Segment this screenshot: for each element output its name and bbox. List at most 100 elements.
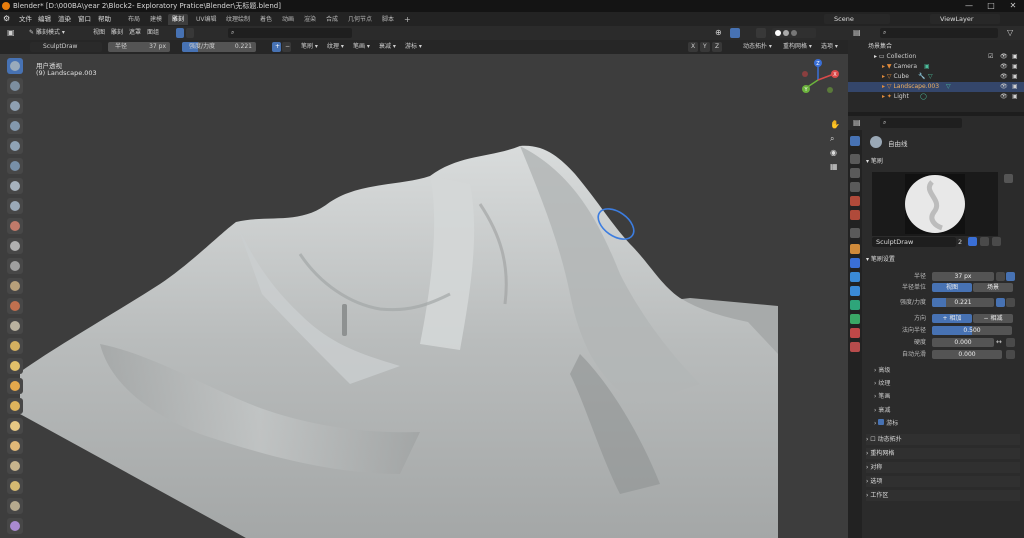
scene-collection-row[interactable]: 场景集合	[848, 42, 1024, 52]
brush-dropdown[interactable]: 笔刷 ▾	[298, 42, 321, 52]
material-shading-icon[interactable]	[782, 30, 789, 36]
menu-window[interactable]: 窗口	[78, 12, 91, 26]
cursor-dropdown[interactable]: 游标 ▾	[402, 42, 425, 52]
view-layer-tab-icon[interactable]	[850, 182, 860, 192]
panel-workspace[interactable]: › 工作区	[866, 490, 1020, 501]
outliner-row-light[interactable]: ▸ ✦ Light ◯ 👁 ▣	[848, 92, 1024, 102]
subpanel-stroke[interactable]: › 笔画	[874, 392, 1014, 402]
crease-icon[interactable]	[7, 218, 23, 234]
flatten-icon[interactable]	[7, 258, 23, 274]
shading-icon[interactable]	[186, 28, 194, 38]
3d-viewport[interactable]: Z X Y ✋ ⌕ ◉ ▦	[0, 54, 848, 538]
tab-modeling[interactable]: 建模	[146, 14, 166, 25]
draw-brush-icon[interactable]	[7, 58, 23, 74]
menu-help[interactable]: 帮助	[98, 12, 111, 26]
scrape-icon[interactable]	[7, 298, 23, 314]
stroke-dropdown[interactable]: 笔画 ▾	[350, 42, 373, 52]
tab-scripting[interactable]: 脚本	[378, 14, 398, 25]
shading-modes[interactable]	[772, 28, 816, 38]
cursor-checkbox-icon[interactable]	[878, 419, 885, 425]
clay-icon[interactable]	[7, 98, 23, 114]
grid-perspective-icon[interactable]: ▦	[830, 162, 840, 172]
collection-tab-icon[interactable]	[850, 228, 860, 238]
remesh-dropdown[interactable]: 重构网格 ▾	[780, 42, 815, 52]
radius-pressure-icon[interactable]	[996, 272, 1005, 281]
symmetry-z-button[interactable]: Z	[712, 42, 723, 52]
pose-icon[interactable]	[7, 438, 23, 454]
overlay-toggle-icon[interactable]	[730, 28, 740, 38]
tab-uv-editing[interactable]: UV编辑	[192, 14, 221, 25]
modifier-tab-icon[interactable]	[850, 258, 860, 268]
menu-view[interactable]: 视图	[90, 28, 108, 38]
outliner-row-collection[interactable]: ▸ ▭ Collection ☑ 👁 ▣	[848, 52, 1024, 62]
outliner-row-camera[interactable]: ▸ ▼ Camera ▣ 👁 ▣	[848, 62, 1024, 72]
direction-add-button[interactable]: +	[272, 42, 281, 52]
light-visibility-icon[interactable]: 👁	[1000, 92, 1008, 102]
radius-unit-scene-button[interactable]: 场景	[973, 283, 1013, 292]
layer-icon[interactable]	[7, 158, 23, 174]
inflate-icon[interactable]	[7, 178, 23, 194]
brush-name-field[interactable]: SculptDraw	[872, 237, 956, 247]
smooth-icon[interactable]	[7, 238, 23, 254]
scene-selector[interactable]: Scene	[824, 14, 890, 24]
tab-animation[interactable]: 动画	[278, 14, 298, 25]
panel-dyntopo[interactable]: › ☐ 动态拓扑	[866, 434, 1020, 445]
tab-layout[interactable]: 布局	[124, 14, 144, 25]
landscape-visibility-icon[interactable]: 👁	[1000, 82, 1008, 92]
autosmooth-slider[interactable]: 0.000	[932, 350, 1002, 359]
view-layer-selector[interactable]: ViewLayer	[930, 14, 1000, 24]
brush-selector[interactable]: SculptDraw	[30, 42, 102, 52]
cube-visibility-icon[interactable]: 👁	[1000, 72, 1008, 82]
normal-radius-slider[interactable]: 0.500	[932, 326, 1012, 335]
panel-options[interactable]: › 选项	[866, 476, 1020, 487]
tab-texture-paint[interactable]: 纹理绘制	[222, 14, 254, 25]
boundary-icon[interactable]	[7, 498, 23, 514]
texture-tab-icon[interactable]	[850, 342, 860, 352]
navigation-gizmo[interactable]: Z X Y	[802, 59, 839, 93]
strength-unit-icon[interactable]	[1006, 298, 1015, 307]
pinch-icon[interactable]	[7, 338, 23, 354]
hand-pan-icon[interactable]: ✋	[830, 120, 840, 130]
symmetry-x-button[interactable]: X	[688, 42, 699, 52]
strength-pressure-icon[interactable]	[996, 298, 1005, 307]
strength-slider[interactable]: 0.221	[932, 298, 994, 307]
tab-shading[interactable]: 着色	[256, 14, 276, 25]
camera-view-icon[interactable]: ◉	[830, 148, 840, 158]
subpanel-cursor[interactable]: › 游标	[874, 419, 1014, 429]
filter-icon[interactable]: ▽	[1004, 28, 1016, 38]
hardness-slider[interactable]: 0.000	[932, 338, 994, 347]
properties-editor-icon[interactable]: ▤	[850, 118, 864, 128]
landscape-render-icon[interactable]: ▣	[1012, 82, 1018, 92]
fill-icon[interactable]	[7, 278, 23, 294]
rotate-icon[interactable]	[7, 478, 23, 494]
symmetry-y-button[interactable]: Y	[700, 42, 710, 52]
close-button[interactable]: ✕	[1002, 0, 1024, 12]
render-tab-icon[interactable]	[850, 154, 860, 164]
brush-panel-header[interactable]: ▾ 笔刷	[866, 156, 1020, 167]
properties-search-input[interactable]: ⌕	[880, 118, 962, 128]
viewport-search-input[interactable]: ⌕	[228, 28, 352, 38]
menu-render[interactable]: 渲染	[58, 12, 71, 26]
draw-sharp-icon[interactable]	[7, 78, 23, 94]
menu-sculpt[interactable]: 雕刻	[108, 28, 126, 38]
panel-symmetry[interactable]: › 对称	[866, 462, 1020, 473]
hardness-invert-icon[interactable]: ↔	[996, 338, 1002, 346]
collection-checkbox-icon[interactable]: ☑	[988, 52, 993, 62]
subpanel-falloff[interactable]: › 衰减	[874, 406, 1014, 416]
outliner-row-landscape[interactable]: ▸ ▽ Landscape.003 ▽ 👁 ▣	[848, 82, 1024, 92]
collection-visibility-icon[interactable]: 👁	[1000, 52, 1008, 62]
data-tab-icon[interactable]	[850, 314, 860, 324]
particles-tab-icon[interactable]	[850, 272, 860, 282]
autosmooth-pressure-icon[interactable]	[1006, 350, 1015, 359]
material-tab-icon[interactable]	[850, 328, 860, 338]
menu-mask[interactable]: 遮罩	[126, 28, 144, 38]
tab-compositing[interactable]: 合成	[322, 14, 342, 25]
snake-hook-icon[interactable]	[7, 398, 23, 414]
grab-icon[interactable]	[7, 358, 23, 374]
minimize-button[interactable]: —	[958, 0, 980, 12]
constraints-tab-icon[interactable]	[850, 300, 860, 310]
nudge-icon[interactable]	[7, 458, 23, 474]
falloff-dropdown[interactable]: 衰减 ▾	[376, 42, 399, 52]
mask-icon[interactable]	[7, 518, 23, 534]
tab-sculpting[interactable]: 雕刻	[168, 14, 189, 25]
